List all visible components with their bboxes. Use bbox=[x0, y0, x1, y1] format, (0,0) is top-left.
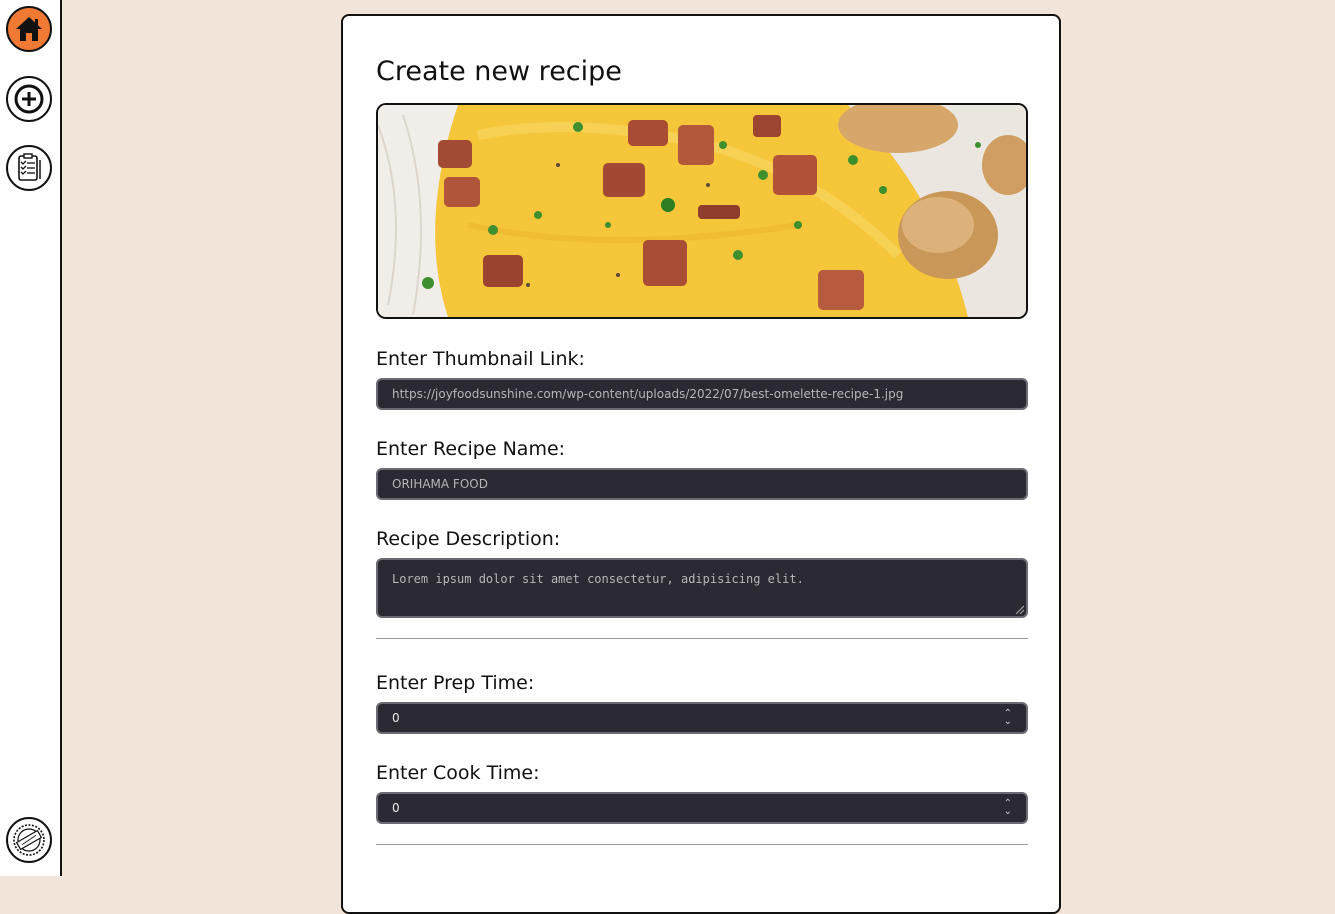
home-button[interactable] bbox=[6, 6, 52, 52]
recipe-name-input[interactable]: ORIHAMA FOOD bbox=[376, 468, 1028, 500]
home-icon bbox=[16, 17, 42, 41]
resize-handle-icon[interactable] bbox=[1014, 604, 1024, 614]
thumbnail-link-input[interactable]: https://joyfoodsunshine.com/wp-content/u… bbox=[376, 378, 1028, 410]
original-badge-icon bbox=[13, 824, 45, 856]
recipe-description-text: Lorem ipsum dolor sit amet consectetur, … bbox=[392, 572, 804, 586]
cook-time-value: 0 bbox=[392, 801, 400, 815]
recipe-list-icon bbox=[18, 153, 41, 181]
prep-time-input[interactable]: 0 ⌃ ⌄ bbox=[376, 702, 1028, 734]
recipe-list-button[interactable] bbox=[6, 145, 52, 191]
page-title: Create new recipe bbox=[376, 56, 622, 87]
recipe-description-label: Recipe Description: bbox=[376, 528, 561, 550]
recipe-name-label: Enter Recipe Name: bbox=[376, 438, 566, 460]
recipe-description-textarea[interactable]: Lorem ipsum dolor sit amet consectetur, … bbox=[376, 558, 1028, 618]
section-divider bbox=[376, 844, 1028, 845]
create-recipe-card: Create new recipe Enter Thumbnail Link: … bbox=[341, 14, 1061, 914]
recipe-thumbnail-preview bbox=[376, 103, 1028, 319]
add-circle-icon bbox=[14, 84, 44, 114]
thumbnail-link-label: Enter Thumbnail Link: bbox=[376, 348, 585, 370]
original-badge-button[interactable] bbox=[6, 817, 52, 863]
section-divider bbox=[376, 638, 1028, 639]
number-spinner-icon[interactable]: ⌃ ⌄ bbox=[1004, 799, 1012, 817]
cook-time-label: Enter Cook Time: bbox=[376, 762, 540, 784]
prep-time-value: 0 bbox=[392, 711, 400, 725]
add-recipe-button[interactable] bbox=[6, 76, 52, 122]
cook-time-input[interactable]: 0 ⌃ ⌄ bbox=[376, 792, 1028, 824]
prep-time-label: Enter Prep Time: bbox=[376, 672, 535, 694]
number-spinner-icon[interactable]: ⌃ ⌄ bbox=[1004, 709, 1012, 727]
sidebar bbox=[0, 0, 62, 876]
